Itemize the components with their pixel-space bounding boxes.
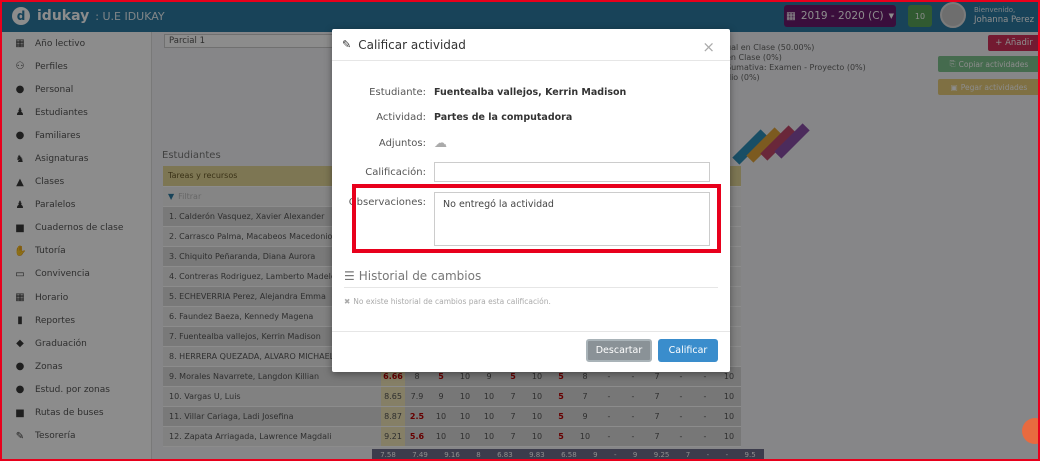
student-label: Estudiante: (369, 87, 426, 98)
divider (344, 287, 718, 288)
app-window: d idukay : U.E IDUKAY ▦ 2019 - 2020 (C) … (0, 0, 1040, 461)
modal-header: ✎ Calificar actividad (332, 29, 730, 61)
activity-label: Actividad: (376, 112, 426, 123)
history-empty: ✖ No existe historial de cambios para est… (344, 297, 551, 306)
grade-input[interactable] (434, 162, 710, 182)
cloud-upload-icon[interactable]: ☁ (434, 136, 447, 151)
history-title: Historial de cambios (358, 269, 482, 283)
attachments-field: Adjuntos: ☁ (332, 136, 447, 151)
history-section: ☰ Historial de cambios (344, 269, 481, 283)
student-value: Fuentealba vallejos, Kerrin Madison (434, 87, 627, 98)
grade-field: Calificación: (332, 162, 710, 182)
activity-field: Actividad: Partes de la computadora (332, 112, 572, 123)
close-icon[interactable]: × (702, 38, 715, 56)
modal-title: Calificar actividad (358, 37, 466, 52)
activity-value: Partes de la computadora (434, 112, 573, 123)
attachments-label: Adjuntos: (378, 138, 426, 149)
info-icon: ✖ (344, 297, 351, 306)
divider (332, 331, 730, 332)
student-field: Estudiante: Fuentealba vallejos, Kerrin … (332, 87, 626, 98)
grade-button[interactable]: Calificar (658, 339, 718, 362)
history-empty-text: No existe historial de cambios para esta… (353, 297, 551, 306)
list-icon: ☰ (344, 269, 355, 283)
discard-button[interactable]: Descartar (586, 339, 652, 362)
highlight-annotation (352, 184, 721, 253)
grade-label: Calificación: (365, 166, 426, 178)
pencil-icon: ✎ (342, 38, 352, 51)
